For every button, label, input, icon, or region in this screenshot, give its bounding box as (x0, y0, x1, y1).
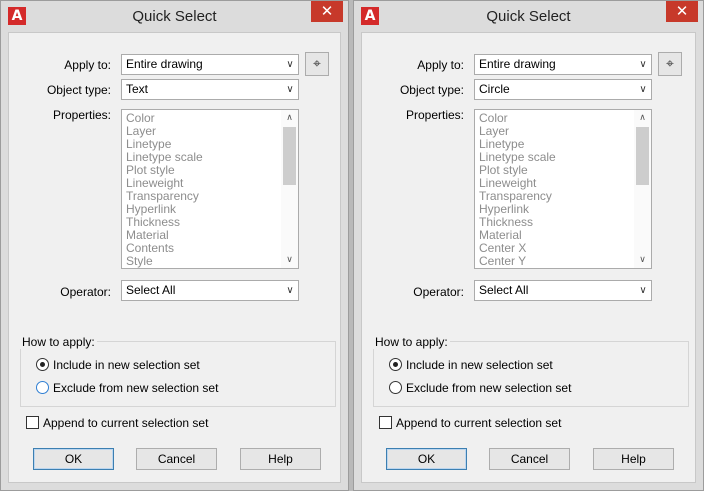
chevron-down-icon: ∨ (286, 59, 294, 70)
quick-select-dialog-right: A Quick Select ✕ Apply to: Entire drawin… (353, 0, 704, 491)
dialog-title: Quick Select (132, 8, 217, 25)
append-label[interactable]: Append to current selection set (396, 416, 561, 430)
apply-to-label: Apply to: (417, 58, 464, 72)
select-objects-button[interactable]: ⌖ (658, 52, 682, 76)
append-checkbox[interactable] (26, 416, 39, 429)
how-to-apply-label: How to apply: (20, 335, 97, 349)
list-item[interactable]: Center Y (475, 255, 634, 268)
apply-to-select[interactable]: Entire drawing ∨ (121, 54, 299, 75)
append-label[interactable]: Append to current selection set (43, 416, 208, 430)
title-bar[interactable]: A Quick Select ✕ (354, 1, 703, 32)
properties-label: Properties: (405, 108, 464, 122)
close-button[interactable]: ✕ (311, 1, 343, 22)
operator-select[interactable]: Select All ∨ (474, 280, 652, 301)
cancel-button[interactable]: Cancel (136, 448, 217, 470)
apply-to-value: Entire drawing (479, 57, 556, 71)
cancel-button[interactable]: Cancel (489, 448, 570, 470)
help-button[interactable]: Help (240, 448, 321, 470)
select-objects-button[interactable]: ⌖ (305, 52, 329, 76)
chevron-down-icon: ∨ (286, 84, 294, 95)
apply-to-label: Apply to: (64, 58, 111, 72)
exclude-radio[interactable] (36, 381, 49, 394)
properties-list: Color Layer Linetype Linetype scale Plot… (122, 112, 281, 268)
crosshair-icon: ⌖ (666, 56, 674, 72)
scroll-up-icon[interactable]: ∧ (281, 110, 298, 126)
include-label[interactable]: Include in new selection set (406, 358, 553, 372)
scroll-down-icon[interactable]: ∨ (634, 252, 651, 268)
exclude-label[interactable]: Exclude from new selection set (53, 381, 218, 395)
how-to-apply-label: How to apply: (373, 335, 450, 349)
operator-value: Select All (479, 283, 529, 297)
title-bar[interactable]: A Quick Select ✕ (1, 1, 348, 32)
include-radio[interactable] (389, 358, 402, 371)
include-radio[interactable] (36, 358, 49, 371)
properties-listbox[interactable]: Color Layer Linetype Linetype scale Plot… (474, 109, 652, 269)
object-type-label: Object type: (399, 83, 464, 97)
operator-label: Operator: (413, 285, 464, 299)
object-type-value: Circle (479, 82, 510, 96)
how-to-apply-group (20, 341, 336, 407)
scroll-thumb[interactable] (283, 127, 296, 185)
append-checkbox[interactable] (379, 416, 392, 429)
properties-scrollbar[interactable]: ∧ ∨ (281, 110, 298, 268)
exclude-label[interactable]: Exclude from new selection set (406, 381, 571, 395)
crosshair-icon: ⌖ (313, 56, 321, 72)
chevron-down-icon: ∨ (639, 84, 647, 95)
object-type-select[interactable]: Text ∨ (121, 79, 299, 100)
operator-label: Operator: (60, 285, 111, 299)
dialog-client: Apply to: Entire drawing ∨ ⌖ Object type… (8, 32, 341, 483)
apply-to-value: Entire drawing (126, 57, 203, 71)
object-type-label: Object type: (46, 83, 111, 97)
scroll-thumb[interactable] (636, 127, 649, 185)
properties-listbox[interactable]: Color Layer Linetype Linetype scale Plot… (121, 109, 299, 269)
chevron-down-icon: ∨ (286, 285, 294, 296)
list-item[interactable]: Style (122, 255, 281, 268)
exclude-radio[interactable] (389, 381, 402, 394)
properties-list: Color Layer Linetype Linetype scale Plot… (475, 112, 634, 268)
operator-value: Select All (126, 283, 176, 297)
scroll-up-icon[interactable]: ∧ (634, 110, 651, 126)
ok-button[interactable]: OK (33, 448, 114, 470)
object-type-select[interactable]: Circle ∨ (474, 79, 652, 100)
chevron-down-icon: ∨ (639, 59, 647, 70)
close-button[interactable]: ✕ (666, 1, 698, 22)
include-label[interactable]: Include in new selection set (53, 358, 200, 372)
properties-scrollbar[interactable]: ∧ ∨ (634, 110, 651, 268)
ok-button[interactable]: OK (386, 448, 467, 470)
help-button[interactable]: Help (593, 448, 674, 470)
dialog-client: Apply to: Entire drawing ∨ ⌖ Object type… (361, 32, 696, 483)
chevron-down-icon: ∨ (639, 285, 647, 296)
operator-select[interactable]: Select All ∨ (121, 280, 299, 301)
how-to-apply-group (373, 341, 689, 407)
dialog-title: Quick Select (486, 8, 571, 25)
object-type-value: Text (126, 82, 149, 96)
apply-to-select[interactable]: Entire drawing ∨ (474, 54, 652, 75)
properties-label: Properties: (52, 108, 111, 122)
scroll-down-icon[interactable]: ∨ (281, 252, 298, 268)
quick-select-dialog-left: A Quick Select ✕ Apply to: Entire drawin… (0, 0, 349, 491)
